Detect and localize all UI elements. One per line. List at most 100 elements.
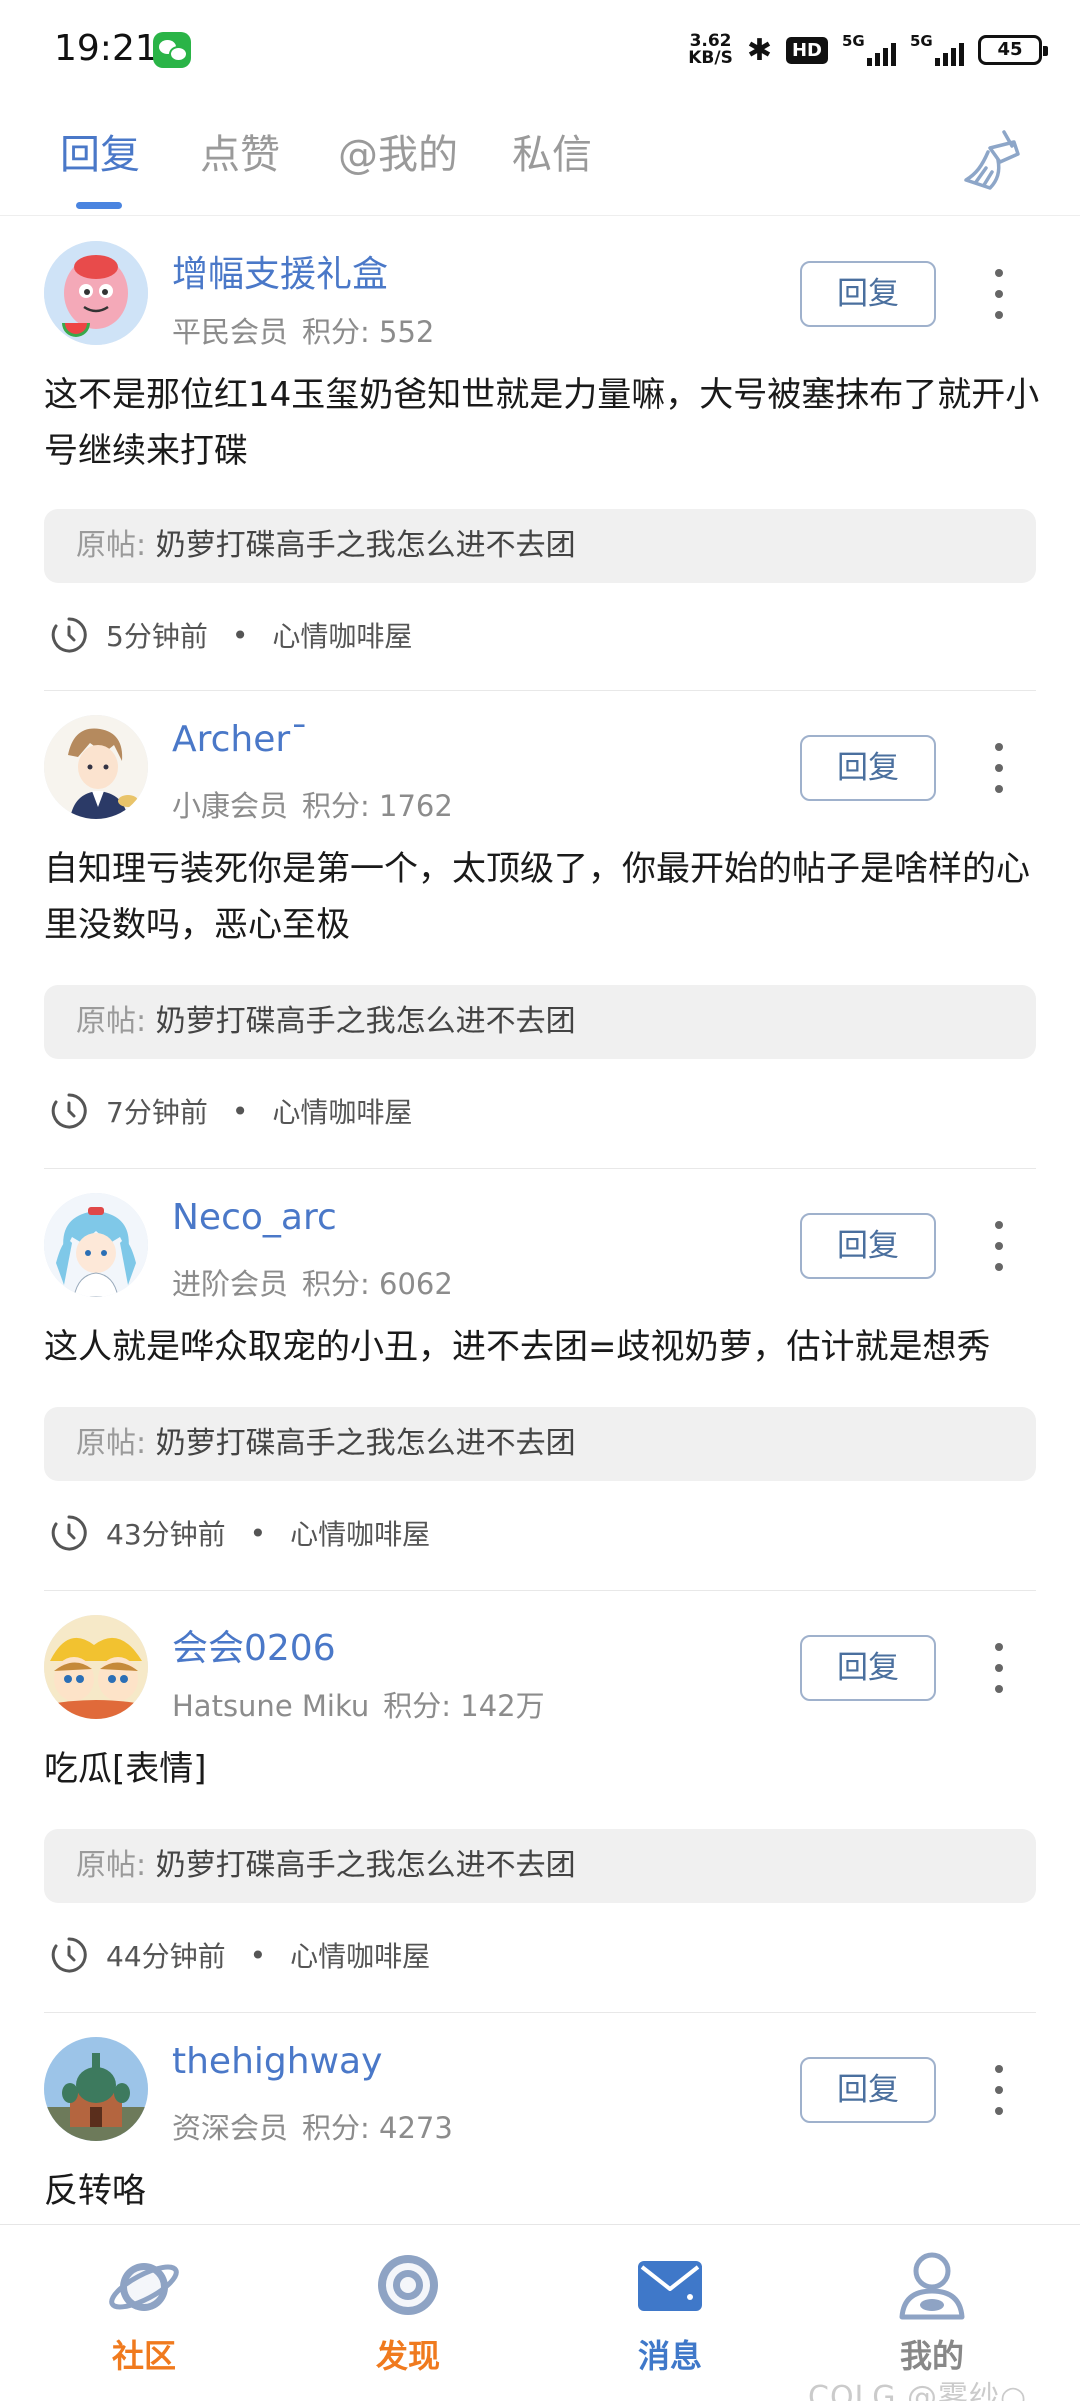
original-post-link[interactable]: 原帖: 奶萝打碟高手之我怎么进不去团 [44,1829,1036,1903]
broom-clear-icon[interactable] [960,124,1030,194]
forum-name[interactable]: 心情咖啡屋 [290,1935,430,1975]
signal-icon-sim2: 5G [910,32,964,68]
planet-icon [109,2263,179,2311]
original-post-title: 奶萝打碟高手之我怎么进不去团 [155,1426,576,1461]
status-bar: 19:21 3.62 KB/S ✱ HD 5G 5G 45 [0,0,1080,100]
username[interactable]: Neco_arc [172,1197,337,1238]
more-options-icon[interactable] [982,269,1016,319]
active-tab-indicator [76,202,122,209]
clock-icon [51,617,87,653]
forum-name[interactable]: 心情咖啡屋 [272,615,412,655]
member-rank: 平民会员 [172,315,289,349]
nav-messages[interactable]: 消息 [580,2245,760,2395]
member-rank: 进阶会员 [172,1267,289,1301]
more-options-icon[interactable] [982,1643,1016,1693]
status-icons: 3.62 KB/S ✱ HD 5G 5G 45 [688,30,1048,70]
status-time: 19:21 [54,28,158,69]
user-meta: 小康会员 积分: 1762 [172,783,453,825]
original-post-link[interactable]: 原帖: 奶萝打碟高手之我怎么进不去团 [44,985,1036,1059]
original-post-title: 奶萝打碟高手之我怎么进不去团 [155,1004,576,1039]
nav-label: 社区 [111,2337,176,2375]
original-post-prefix: 原帖: [76,1848,147,1883]
user-points: 积分: 1762 [302,789,453,823]
reply-content[interactable]: 这人就是哗众取宠的小丑，进不去团=歧视奶萝，估计就是想秀 [44,1319,1044,1375]
reply-time: 5分钟前 [106,620,208,653]
reply-button[interactable]: 回复 [800,261,936,327]
user-points: 积分: 4273 [302,2111,453,2145]
target-icon [378,2255,438,2315]
reply-time: 44分钟前 [106,1940,226,1973]
reply-button[interactable]: 回复 [800,735,936,801]
nav-label: 发现 [375,2337,440,2375]
reply-item: Neco_arc 进阶会员 积分: 6062 回复 这人就是哗众取宠的小丑，进不去… [0,1169,1080,1591]
message-tabs: 回复 点赞 @我的 私信 [0,100,1080,216]
reply-content[interactable]: 这不是那位红14玉玺奶爸知世就是力量嘛，大号被塞抹布了就开小号继续来打碟 [44,367,1044,479]
reply-button[interactable]: 回复 [800,1635,936,1701]
user-meta: 平民会员 积分: 552 [172,309,434,351]
avatar[interactable] [44,1615,148,1719]
tab-likes[interactable]: 点赞 [200,122,280,180]
reply-item: Archerˉ 小康会员 积分: 1762 回复 自知理亏装死你是第一个，太顶级了… [0,691,1080,1169]
member-rank: 资深会员 [172,2111,289,2145]
nav-community[interactable]: 社区 [54,2245,234,2395]
bluetooth-icon: ✱ [746,32,772,68]
reply-meta: 5分钟前 • 心情咖啡屋 [50,613,412,657]
avatar[interactable] [44,2037,148,2141]
clock-icon [51,1937,87,1973]
member-rank: 小康会员 [172,789,289,823]
battery-icon: 45 [978,35,1048,65]
reply-button[interactable]: 回复 [800,2057,936,2123]
more-options-icon[interactable] [982,2065,1016,2115]
reply-meta: 43分钟前 • 心情咖啡屋 [50,1511,430,1555]
user-points: 积分: 552 [302,315,435,349]
user-points: 积分: 6062 [302,1267,453,1301]
user-icon [899,2252,965,2320]
reply-item: 会会0206 Hatsune Miku 积分: 142万 回复 吃瓜[表情] 原帖… [0,1591,1080,2013]
username[interactable]: thehighway [172,2041,382,2082]
wechat-notification-icon [153,32,191,68]
avatar[interactable] [44,1193,148,1297]
username[interactable]: 增幅支援礼盒 [172,245,388,297]
original-post-prefix: 原帖: [76,528,147,563]
tab-private-messages[interactable]: 私信 [512,122,592,180]
avatar[interactable] [44,241,148,345]
hd-voice-icon: HD [785,36,828,64]
tab-mentions[interactable]: @我的 [338,122,458,180]
signal-icon-sim1: 5G [842,32,896,68]
original-post-link[interactable]: 原帖: 奶萝打碟高手之我怎么进不去团 [44,1407,1036,1481]
user-meta: 进阶会员 积分: 6062 [172,1261,453,1303]
tab-replies[interactable]: 回复 [60,122,140,180]
original-post-prefix: 原帖: [76,1426,147,1461]
forum-name[interactable]: 心情咖啡屋 [272,1091,412,1131]
reply-item: thehighway 资深会员 积分: 4273 回复 反转咯 [0,2013,1080,2225]
network-speed: 3.62 KB/S [688,31,733,68]
user-points: 积分: 142万 [383,1689,545,1723]
more-options-icon[interactable] [982,743,1016,793]
reply-button[interactable]: 回复 [800,1213,936,1279]
original-post-prefix: 原帖: [76,1004,147,1039]
member-rank: Hatsune Miku [172,1689,370,1723]
forum-name[interactable]: 心情咖啡屋 [290,1513,430,1553]
reply-time: 43分钟前 [106,1518,226,1551]
reply-content[interactable]: 自知理亏装死你是第一个，太顶级了，你最开始的帖子是啥样的心里没数吗，恶心至极 [44,841,1044,953]
reply-content[interactable]: 吃瓜[表情] [44,1741,1044,1797]
reply-item: 增幅支援礼盒 平民会员 积分: 552 回复 这不是那位红14玉玺奶爸知世就是力量… [0,217,1080,691]
user-meta: Hatsune Miku 积分: 142万 [172,1683,545,1725]
nav-label: 我的 [899,2337,964,2375]
user-meta: 资深会员 积分: 4273 [172,2105,453,2147]
reply-time: 7分钟前 [106,1096,208,1129]
nav-label: 消息 [637,2337,702,2375]
original-post-title: 奶萝打碟高手之我怎么进不去团 [155,1848,576,1883]
avatar[interactable] [44,715,148,819]
username[interactable]: Archerˉ [172,719,308,760]
original-post-link[interactable]: 原帖: 奶萝打碟高手之我怎么进不去团 [44,509,1036,583]
more-options-icon[interactable] [982,1221,1016,1271]
mail-icon [638,2261,702,2311]
reply-feed: 增幅支援礼盒 平民会员 积分: 552 回复 这不是那位红14玉玺奶爸知世就是力量… [0,217,1080,2225]
reply-meta: 44分钟前 • 心情咖啡屋 [50,1933,430,1977]
username[interactable]: 会会0206 [172,1619,336,1671]
clock-icon [51,1093,87,1129]
nav-discover[interactable]: 发现 [318,2245,498,2395]
reply-content[interactable]: 反转咯 [44,2163,1044,2219]
clock-icon [51,1515,87,1551]
